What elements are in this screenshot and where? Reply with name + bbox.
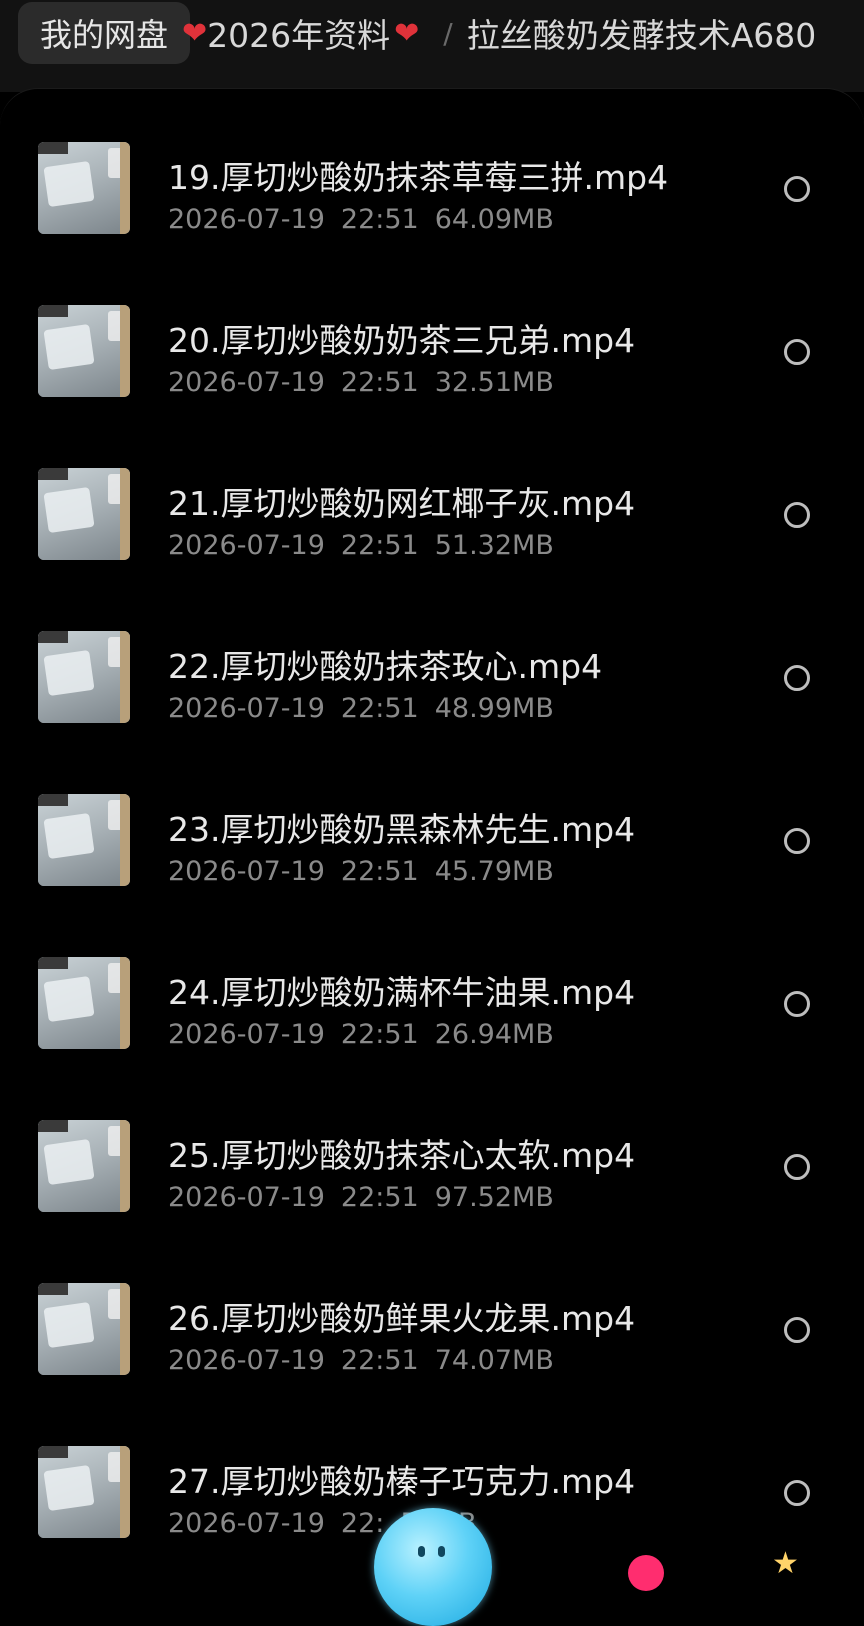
file-name: 24.厚切炒酸奶满杯牛油果.mp4 bbox=[168, 973, 636, 1012]
select-radio[interactable] bbox=[784, 1317, 810, 1343]
video-thumbnail bbox=[38, 468, 130, 560]
floating-assistant-button[interactable] bbox=[374, 1508, 492, 1626]
file-date: 2026-07-19 bbox=[168, 204, 325, 235]
file-name: 21.厚切炒酸奶网红椰子灰.mp4 bbox=[168, 484, 636, 523]
file-meta: 2026-07-19 22:51 45.79MB bbox=[168, 856, 570, 887]
file-meta: 2026-07-19 22:51 51.32MB bbox=[168, 530, 570, 561]
star-icon: ★ bbox=[772, 1546, 799, 1581]
file-meta: 2026-07-19 22:51 48.99MB bbox=[168, 693, 570, 724]
select-radio[interactable] bbox=[784, 339, 810, 365]
video-thumbnail bbox=[38, 631, 130, 723]
file-name: 22.厚切炒酸奶抹茶玫心.mp4 bbox=[168, 647, 603, 686]
video-thumbnail bbox=[38, 1283, 130, 1375]
file-size: 32.51MB bbox=[434, 367, 554, 398]
file-date: 2026-07-19 bbox=[168, 1345, 325, 1376]
file-row[interactable]: 21.厚切炒酸奶网红椰子灰.mp4 2026-07-19 22:51 51.32MB bbox=[0, 415, 864, 578]
file-name: 20.厚切炒酸奶奶茶三兄弟.mp4 bbox=[168, 321, 636, 360]
select-radio[interactable] bbox=[784, 502, 810, 528]
file-time: 22:51 bbox=[340, 530, 419, 561]
file-size: 64.09MB bbox=[434, 204, 554, 235]
video-thumbnail bbox=[38, 305, 130, 397]
breadcrumb-separator: / bbox=[443, 16, 453, 50]
select-radio[interactable] bbox=[784, 176, 810, 202]
video-thumbnail bbox=[38, 794, 130, 886]
file-size: 51.32MB bbox=[434, 530, 554, 561]
file-time: 22:51 bbox=[340, 1345, 419, 1376]
file-size: 97.52MB bbox=[434, 1182, 554, 1213]
file-row[interactable]: 20.厚切炒酸奶奶茶三兄弟.mp4 2026-07-19 22:51 32.51MB bbox=[0, 252, 864, 415]
breadcrumb: 我的网盘 ❤ 2026年资料 ❤ / 拉丝酸奶发酵技术A680 bbox=[18, 2, 816, 64]
file-row[interactable]: 19.厚切炒酸奶抹茶草莓三拼.mp4 2026-07-19 22:51 64.09MB bbox=[0, 89, 864, 252]
file-name: 27.厚切炒酸奶榛子巧克力.mp4 bbox=[168, 1462, 636, 1501]
file-row[interactable]: 23.厚切炒酸奶黑森林先生.mp4 2026-07-19 22:51 45.79MB bbox=[0, 741, 864, 904]
file-date: 2026-07-19 bbox=[168, 693, 325, 724]
file-date: 2026-07-19 bbox=[168, 530, 325, 561]
select-radio[interactable] bbox=[784, 991, 810, 1017]
file-name: 23.厚切炒酸奶黑森林先生.mp4 bbox=[168, 810, 636, 849]
file-row[interactable]: 22.厚切炒酸奶抹茶玫心.mp4 2026-07-19 22:51 48.99MB bbox=[0, 578, 864, 741]
notification-dot bbox=[628, 1555, 664, 1591]
file-name: 25.厚切炒酸奶抹茶心太软.mp4 bbox=[168, 1136, 636, 1175]
file-meta: 2026-07-19 22:51 74.07MB bbox=[168, 1345, 570, 1376]
breadcrumb-home-button[interactable]: 我的网盘 bbox=[18, 2, 191, 64]
file-row[interactable]: 25.厚切炒酸奶抹茶心太软.mp4 2026-07-19 22:51 97.52MB bbox=[0, 1067, 864, 1230]
file-size: 74.07MB bbox=[434, 1345, 554, 1376]
file-time: 22: bbox=[340, 1508, 385, 1539]
file-size: 48.99MB bbox=[434, 693, 554, 724]
file-date: 2026-07-19 bbox=[168, 1508, 325, 1539]
file-date: 2026-07-19 bbox=[168, 367, 325, 398]
select-radio[interactable] bbox=[784, 828, 810, 854]
file-list-panel: 19.厚切炒酸奶抹茶草莓三拼.mp4 2026-07-19 22:51 64.09MB… bbox=[0, 88, 864, 1573]
file-row[interactable]: 24.厚切炒酸奶满杯牛油果.mp4 2026-07-19 22:51 26.94MB bbox=[0, 904, 864, 1067]
file-name: 19.厚切炒酸奶抹茶草莓三拼.mp4 bbox=[168, 158, 669, 197]
file-time: 22:51 bbox=[340, 204, 419, 235]
select-radio[interactable] bbox=[784, 1480, 810, 1506]
file-meta: 2026-07-19 22:51 97.52MB bbox=[168, 1182, 570, 1213]
top-bar: 我的网盘 ❤ 2026年资料 ❤ / 拉丝酸奶发酵技术A680 bbox=[0, 0, 864, 92]
video-thumbnail bbox=[38, 1446, 130, 1538]
file-date: 2026-07-19 bbox=[168, 856, 325, 887]
file-date: 2026-07-19 bbox=[168, 1182, 325, 1213]
file-meta: 2026-07-19 22:51 26.94MB bbox=[168, 1019, 570, 1050]
breadcrumb-folder-link[interactable]: 2026年资料 bbox=[207, 9, 390, 57]
file-date: 2026-07-19 bbox=[168, 1019, 325, 1050]
file-size: 45.79MB bbox=[434, 856, 554, 887]
video-thumbnail bbox=[38, 1120, 130, 1212]
file-time: 22:51 bbox=[340, 1019, 419, 1050]
heart-icon: ❤ bbox=[394, 15, 420, 51]
heart-icon: ❤ bbox=[182, 15, 208, 51]
select-radio[interactable] bbox=[784, 665, 810, 691]
file-time: 22:51 bbox=[340, 367, 419, 398]
file-time: 22:51 bbox=[340, 856, 419, 887]
file-row[interactable]: 26.厚切炒酸奶鲜果火龙果.mp4 2026-07-19 22:51 74.07MB bbox=[0, 1230, 864, 1393]
file-size: 26.94MB bbox=[434, 1019, 554, 1050]
breadcrumb-current-folder: 拉丝酸奶发酵技术A680 bbox=[466, 16, 817, 55]
video-thumbnail bbox=[38, 142, 130, 234]
file-meta: 2026-07-19 22:51 64.09MB bbox=[168, 204, 570, 235]
file-time: 22:51 bbox=[340, 693, 419, 724]
file-time: 22:51 bbox=[340, 1182, 419, 1213]
file-name: 26.厚切炒酸奶鲜果火龙果.mp4 bbox=[168, 1299, 636, 1338]
select-radio[interactable] bbox=[784, 1154, 810, 1180]
video-thumbnail bbox=[38, 957, 130, 1049]
file-meta: 2026-07-19 22:51 32.51MB bbox=[168, 367, 570, 398]
